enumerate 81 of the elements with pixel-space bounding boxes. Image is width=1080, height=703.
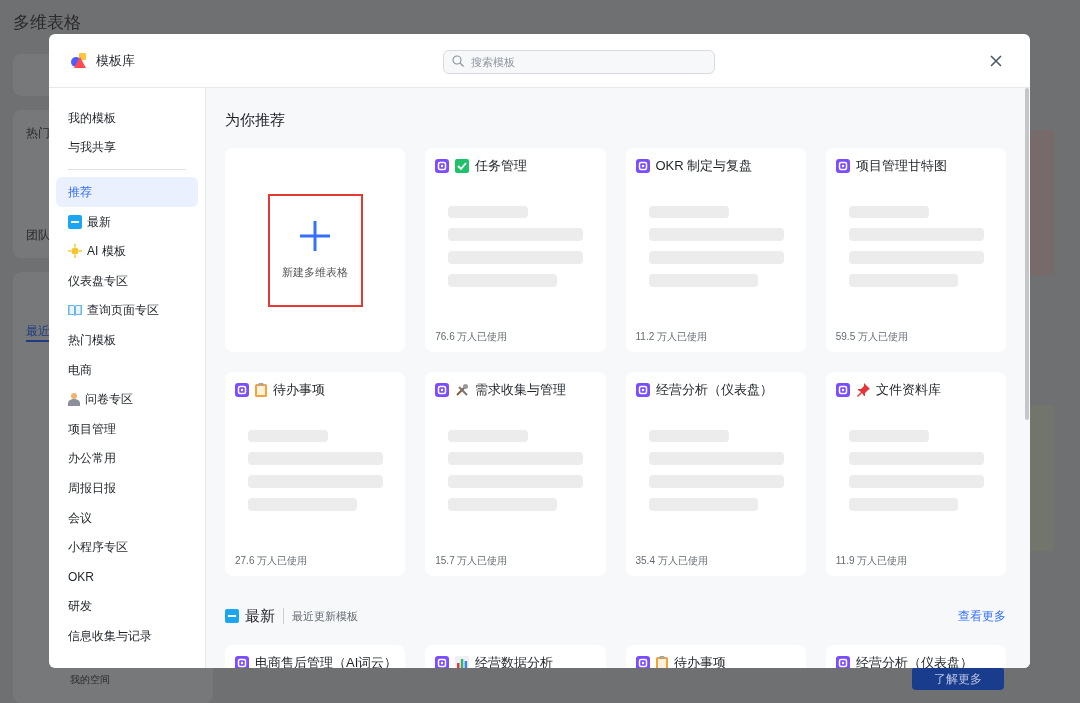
person-icon	[68, 392, 80, 407]
app-icon	[835, 158, 850, 173]
page-title: 多维表格	[13, 12, 82, 34]
plus-icon	[299, 219, 332, 252]
sidebar-item[interactable]: 办公常用	[56, 443, 198, 474]
clipboard-icon	[655, 655, 668, 668]
new-badge-icon	[225, 609, 239, 623]
section-title: 最新	[245, 605, 275, 626]
app-icon	[235, 382, 249, 397]
usage-count: 59.5 万人已使用	[835, 330, 909, 344]
book-icon	[68, 304, 82, 317]
app-icon	[635, 158, 650, 173]
usage-count: 76.6 万人已使用	[435, 330, 509, 344]
new-table-card[interactable]: 新建多维表格	[225, 148, 406, 352]
sidebar-item[interactable]: 研发	[56, 591, 198, 622]
search-field[interactable]: 搜索模板	[443, 49, 715, 74]
sidebar-item[interactable]: 会议	[56, 502, 198, 533]
template-title: 经营分析（仪表盘）	[655, 380, 773, 399]
template-card[interactable]: 文件资料库 11.9 万人已使用	[825, 372, 1006, 576]
template-card[interactable]: 任务管理 76.6 万人已使用	[425, 148, 606, 352]
app-icon	[635, 382, 650, 397]
template-title: 任务管理	[475, 156, 528, 175]
template-title: 经营数据分析	[475, 653, 554, 668]
app-icon	[435, 655, 450, 668]
usage-count: 27.6 万人已使用	[235, 554, 309, 568]
see-more-link[interactable]: 查看更多	[958, 607, 1006, 625]
close-icon	[990, 54, 1002, 67]
template-card[interactable]: OKR 制定与复盘 11.2 万人已使用	[625, 148, 806, 352]
sidebar-item[interactable]: OKR	[56, 561, 198, 592]
sidebar-item[interactable]: 推荐	[56, 177, 198, 207]
sidebar-item[interactable]: 电商	[56, 354, 198, 385]
template-title: 待办事项	[273, 380, 325, 399]
template-title: 项目管理甘特图	[855, 156, 947, 175]
checkbox-icon	[455, 158, 470, 173]
sidebar-item[interactable]: 查询页面专区	[56, 295, 198, 326]
section-subtitle: 最近更新模板	[283, 607, 358, 625]
new-badge-icon	[68, 214, 82, 229]
section-label: 热门	[26, 125, 51, 142]
template-title: 需求收集与管理	[475, 380, 567, 399]
app-icon	[835, 655, 850, 668]
sidebar-item[interactable]: 项目管理	[56, 413, 198, 444]
app-icon	[435, 382, 450, 397]
sidebar-item[interactable]: 热门模板	[56, 325, 198, 355]
sidebar-item[interactable]: 仪表盘专区	[56, 265, 198, 296]
template-card[interactable]: 待办事项	[625, 645, 806, 668]
logo-icon	[71, 53, 88, 68]
learn-more-button[interactable]: 了解更多	[912, 667, 1004, 690]
tools-icon	[455, 382, 470, 397]
app-icon	[235, 655, 249, 668]
template-title: 文件资料库	[875, 380, 941, 399]
dialog-title: 模板库	[96, 51, 135, 70]
sidebar-item[interactable]: 我的模板	[56, 103, 198, 133]
search-icon	[452, 54, 464, 67]
sidebar-item[interactable]: 小程序专区	[56, 532, 198, 562]
app-icon	[835, 382, 850, 397]
sidebar-item[interactable]: 最新	[56, 206, 198, 237]
template-card[interactable]: 需求收集与管理 15.7 万人已使用	[425, 372, 606, 576]
section-label: 团队	[26, 227, 51, 244]
sidebar-item[interactable]: 信息收集与记录	[56, 621, 198, 651]
usage-count: 35.4 万人已使用	[635, 554, 709, 568]
template-card[interactable]: 经营分析（仪表盘） 35.4 万人已使用	[625, 372, 806, 576]
app-icon	[435, 158, 450, 173]
clipboard-icon	[255, 382, 267, 397]
pushpin-icon	[855, 382, 870, 397]
template-title: 待办事项	[673, 653, 726, 668]
sidebar-item[interactable]: AI 模板	[56, 236, 198, 266]
sun-icon	[68, 244, 82, 259]
usage-count: 15.7 万人已使用	[435, 554, 509, 568]
template-title: OKR 制定与复盘	[655, 156, 753, 175]
template-card[interactable]: 项目管理甘特图 59.5 万人已使用	[825, 148, 1006, 352]
bar-chart-icon	[455, 655, 470, 668]
section-title: 为你推荐	[225, 109, 285, 130]
template-card[interactable]: 经营数据分析	[425, 645, 606, 668]
app-icon	[635, 655, 650, 668]
template-card[interactable]: 待办事项 27.6 万人已使用	[225, 372, 406, 576]
usage-count: 11.9 万人已使用	[835, 554, 909, 568]
usage-count: 11.2 万人已使用	[635, 330, 708, 344]
sidebar-item[interactable]: 与我共享	[56, 132, 198, 163]
sidebar-item[interactable]: 问卷专区	[56, 384, 198, 414]
new-table-label: 新建多维表格	[282, 264, 349, 280]
sidebar-item[interactable]: 周报日报	[56, 473, 198, 503]
